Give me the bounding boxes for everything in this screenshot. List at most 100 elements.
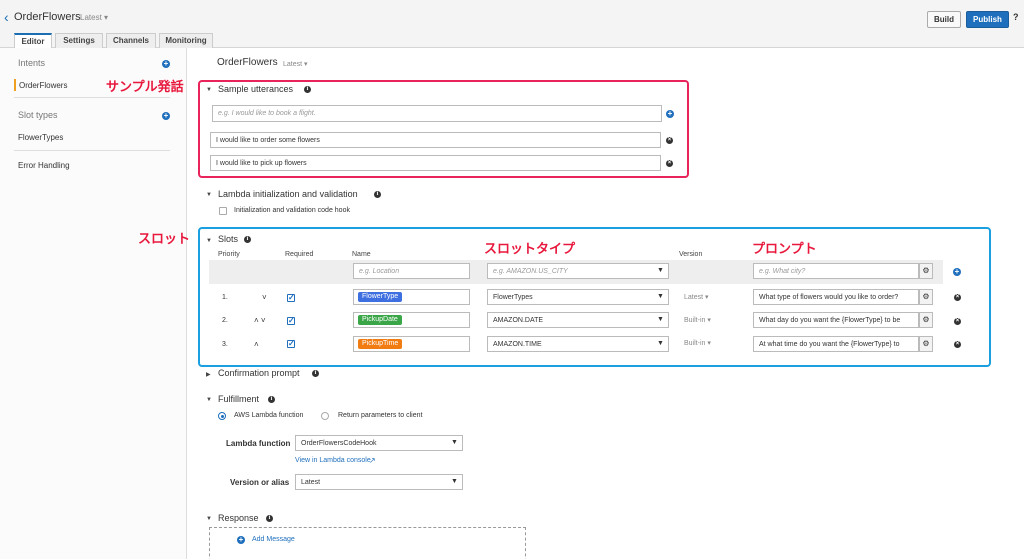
priority-arrows-icon[interactable]: ˄ ˅ [254, 316, 266, 325]
dropdown-arrow-icon: ▼ [657, 267, 664, 274]
slot-name-tag: PickupTime [358, 339, 403, 349]
info-icon[interactable]: i [304, 86, 311, 93]
add-utterance-icon[interactable]: + [666, 110, 674, 118]
col-version: Version [679, 251, 703, 258]
gear-icon[interactable]: ⚙ [919, 289, 933, 305]
help-icon[interactable]: ? [1013, 12, 1023, 24]
slot-version-dropdown[interactable]: Latest ▾ [684, 293, 709, 301]
slot-type-select[interactable]: AMAZON.DATE [487, 312, 669, 328]
code-hook-label: Initialization and validation code hook [234, 207, 350, 214]
collapse-caret-icon[interactable]: ▼ [206, 516, 212, 522]
slots-title: Slots [218, 234, 239, 244]
required-checkbox[interactable] [287, 293, 295, 302]
dropdown-arrow-icon: ▼ [657, 293, 664, 300]
slot-type-select[interactable]: AMAZON.TIME [487, 336, 669, 352]
back-chevron-icon[interactable]: ‹ [4, 9, 9, 25]
info-icon[interactable]: i [374, 191, 381, 198]
priority-arrows-icon[interactable]: ˅ [262, 293, 267, 302]
intent-version-dropdown[interactable]: Latest ▾ [283, 60, 308, 68]
col-priority: Priority [218, 251, 240, 258]
gear-icon[interactable]: ⚙ [919, 312, 933, 328]
add-slot-icon[interactable]: + [953, 268, 961, 276]
info-icon[interactable]: i [244, 236, 251, 243]
dropdown-arrow-icon: ▼ [451, 478, 458, 485]
lambda-radio-label: AWS Lambda function [234, 412, 304, 419]
slot-prompt-input[interactable]: What type of flowers would you like to o… [753, 289, 919, 305]
tab-channels[interactable]: Channels [106, 33, 156, 48]
annotation-slot: スロット [138, 231, 191, 246]
sidebar-intents-heading: Intents [18, 58, 46, 68]
info-icon[interactable]: i [268, 396, 275, 403]
active-indicator [14, 79, 16, 91]
response-message-area [209, 527, 526, 559]
new-slot-prompt-input[interactable]: e.g. What city? [753, 263, 919, 279]
dropdown-arrow-icon: ▼ [657, 316, 664, 323]
utterance-item[interactable]: I would like to order some flowers [210, 132, 661, 148]
bot-version-dropdown[interactable]: Latest ▾ [80, 13, 108, 22]
return-params-label: Return parameters to client [338, 412, 423, 419]
return-params-radio[interactable] [321, 412, 329, 420]
sidebar-item-orderflowers[interactable]: OrderFlowers [19, 81, 67, 90]
info-icon[interactable]: i [312, 370, 319, 377]
gear-icon[interactable]: ⚙ [919, 336, 933, 352]
add-intent-icon[interactable]: + [162, 60, 170, 68]
build-button[interactable]: Build [927, 11, 961, 28]
priority-arrows-icon[interactable]: ˄ [254, 340, 259, 349]
sidebar-divider [14, 97, 170, 98]
slot-version-dropdown[interactable]: Built-in ▾ [684, 316, 711, 324]
collapse-caret-icon[interactable]: ▼ [206, 238, 212, 244]
slot-priority: 1. [222, 294, 228, 301]
utterance-item[interactable]: I would like to pick up flowers [210, 155, 661, 171]
response-title: Response [218, 513, 259, 523]
sidebar-divider [14, 150, 170, 151]
add-slot-type-icon[interactable]: + [162, 112, 170, 120]
sidebar-slot-types-heading: Slot types [18, 110, 58, 120]
remove-utterance-icon[interactable]: × [666, 137, 673, 144]
remove-utterance-icon[interactable]: × [666, 160, 673, 167]
col-required: Required [285, 251, 314, 258]
lambda-init-title: Lambda initialization and validation [218, 189, 358, 199]
version-alias-select[interactable]: Latest [295, 474, 463, 490]
collapse-caret-icon[interactable]: ▼ [206, 87, 212, 93]
tab-editor[interactable]: Editor [14, 33, 52, 49]
version-alias-label: Version or alias [230, 478, 290, 487]
gear-icon[interactable]: ⚙ [919, 263, 933, 279]
expand-caret-icon[interactable]: ▶ [206, 371, 211, 378]
slot-priority: 3. [222, 341, 228, 348]
code-hook-checkbox[interactable] [219, 207, 227, 215]
bot-title: OrderFlowers [14, 11, 81, 23]
tab-settings[interactable]: Settings [55, 33, 103, 48]
info-icon[interactable]: i [266, 515, 273, 522]
sidebar-item-flowertypes[interactable]: FlowerTypes [18, 133, 63, 142]
add-message-link[interactable]: Add Message [252, 536, 295, 543]
collapse-caret-icon[interactable]: ▼ [206, 397, 212, 403]
slot-version-dropdown[interactable]: Built-in ▾ [684, 339, 711, 347]
slot-type-select[interactable]: FlowerTypes [487, 289, 669, 305]
sidebar-item-error-handling[interactable]: Error Handling [18, 161, 70, 170]
slot-prompt-input[interactable]: At what time do you want the {FlowerType… [753, 336, 919, 352]
remove-slot-icon[interactable]: × [954, 294, 961, 301]
external-link-icon[interactable]: ↗ [369, 456, 376, 465]
slot-prompt-input[interactable]: What day do you want the {FlowerType} to… [753, 312, 919, 328]
sample-utterances-title: Sample utterances [218, 84, 294, 94]
new-slot-name-input[interactable]: e.g. Location [353, 263, 470, 279]
publish-button[interactable]: Publish [966, 11, 1009, 28]
tab-monitoring[interactable]: Monitoring [159, 33, 213, 48]
required-checkbox[interactable] [287, 339, 295, 348]
fulfillment-title: Fulfillment [218, 394, 260, 404]
remove-slot-icon[interactable]: × [954, 341, 961, 348]
new-slot-type-select[interactable]: e.g. AMAZON.US_CITY [487, 263, 669, 279]
add-message-icon[interactable]: + [237, 536, 245, 544]
slot-name-tag: PickupDate [358, 315, 402, 325]
required-checkbox[interactable] [287, 316, 295, 325]
remove-slot-icon[interactable]: × [954, 318, 961, 325]
utterance-input[interactable]: e.g. I would like to book a flight. [212, 105, 662, 122]
annotation-sample: サンプル発話 [106, 79, 184, 94]
slot-priority: 2. [222, 317, 228, 324]
lambda-console-link[interactable]: View in Lambda console [295, 457, 371, 464]
confirmation-title: Confirmation prompt [218, 368, 300, 378]
lambda-function-label: Lambda function [226, 439, 291, 448]
expand-caret-icon[interactable]: ▼ [206, 192, 212, 198]
lambda-function-select[interactable]: OrderFlowersCodeHook [295, 435, 463, 451]
lambda-radio[interactable] [218, 412, 226, 420]
